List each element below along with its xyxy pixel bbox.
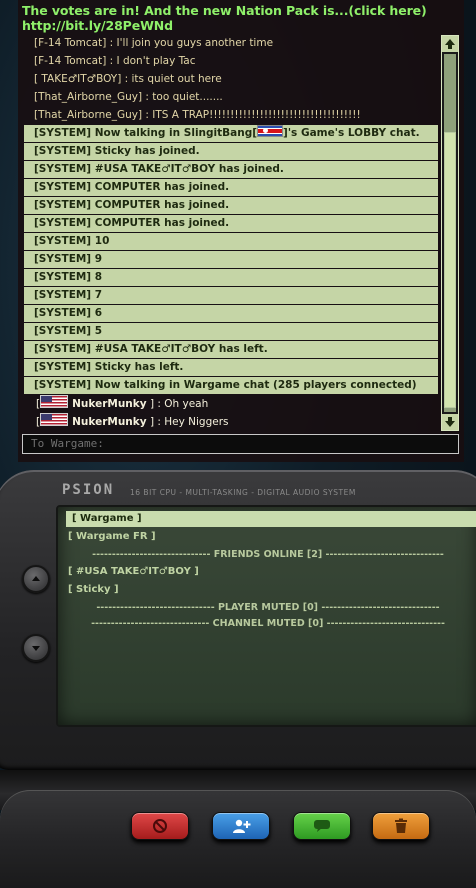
system-message: [SYSTEM] Sticky has joined. [24, 143, 438, 160]
scroll-down-button[interactable] [442, 414, 458, 430]
channel-muted-header: ------------------------------ CHANNEL M… [91, 618, 445, 629]
chevron-up-icon [32, 576, 40, 581]
friend-item[interactable]: [ Sticky ] [68, 582, 119, 598]
chat-message: [F-14 Tomcat] : I'll join you guys anoth… [34, 37, 274, 49]
system-message: [SYSTEM] 7 [24, 287, 438, 304]
message-text: ]'s Game's LOBBY chat. [283, 127, 420, 139]
scroll-up-button[interactable] [442, 36, 458, 52]
system-message: [SYSTEM] #USA TAKE♂IT♂BOY has joined. [24, 161, 438, 178]
system-message: [SYSTEM] Now talking in SlingitBang[ ]'s … [24, 125, 438, 142]
channel-item-wargame-fr[interactable]: [ Wargame FR ] [68, 529, 156, 545]
message-list[interactable]: [F-14 Tomcat] : I'll join you guys anoth… [24, 35, 438, 431]
player-message: [NukerMunky ] : Hey Niggers [24, 413, 438, 430]
system-message: [SYSTEM] COMPUTER has joined. [24, 197, 438, 214]
system-message: [SYSTEM] Sticky has left. [24, 359, 438, 376]
arrow-down-icon [445, 417, 455, 427]
scroll-thumb[interactable] [444, 132, 456, 408]
friends-online-header: ------------------------------ FRIENDS O… [92, 549, 444, 560]
chevron-down-icon [32, 646, 40, 651]
announcement-link[interactable]: http://bit.ly/28PeWNd [22, 18, 462, 33]
device-brand: PSION [62, 482, 115, 498]
channel-scroll-down-button[interactable] [22, 634, 50, 662]
system-message: [SYSTEM] Now talking in Wargame chat (28… [24, 377, 438, 394]
system-message: [SYSTEM] 10 [24, 233, 438, 250]
system-message: [SYSTEM] COMPUTER has joined. [24, 179, 438, 196]
add-friend-icon [233, 819, 251, 833]
chat-message: [ TAKE♂IT♂BOY] : its quiet out here [34, 73, 222, 85]
player-name[interactable]: NukerMunky [72, 398, 147, 410]
chat-message: [That_Airborne_Guy] : too quiet....... [34, 91, 223, 103]
player-message: [NukerMunky ] : Oh yeah [24, 395, 438, 412]
system-message: [SYSTEM] #USA TAKE♂IT♂BOY has left. [24, 341, 438, 358]
channel-screen: [ Wargame ] [ Wargame FR ] -------------… [56, 505, 476, 727]
friend-item[interactable]: [ #USA TAKE♂IT♂BOY ] [68, 564, 199, 580]
message-text: ] : Oh yeah [146, 398, 209, 410]
announcement[interactable]: The votes are in! And the new Nation Pac… [22, 3, 462, 33]
channel-scroll-up-button[interactable] [22, 565, 50, 593]
flag-icon [257, 125, 284, 137]
chat-window: The votes are in! And the new Nation Pac… [18, 0, 464, 462]
message-text: [SYSTEM] Now talking in SlingitBang[ [34, 127, 258, 139]
device-subtitle: 16 BIT CPU - MULTI-TASKING - DIGITAL AUD… [130, 488, 356, 497]
chat-message: [That_Airborne_Guy] : ITS A TRAP!!!!!!!!… [34, 109, 361, 121]
block-button[interactable] [131, 812, 189, 840]
system-message: [SYSTEM] COMPUTER has joined. [24, 215, 438, 232]
system-message: [SYSTEM] 9 [24, 251, 438, 268]
player-muted-header: ------------------------------ PLAYER MU… [96, 602, 440, 613]
us-flag-icon [40, 413, 69, 426]
channel-item-wargame[interactable]: [ Wargame ] [66, 511, 476, 527]
chat-message: [F-14 Tomcat] : I don't play Tac [34, 55, 196, 67]
announcement-text[interactable]: The votes are in! And the new Nation Pac… [22, 3, 462, 18]
us-flag-icon [40, 395, 69, 408]
add-friend-button[interactable] [212, 812, 270, 840]
message-text: ] : Hey Niggers [146, 416, 229, 428]
player-name[interactable]: NukerMunky [72, 416, 147, 428]
chat-scrollbar[interactable] [441, 35, 459, 431]
trash-icon [395, 818, 407, 833]
arrow-up-icon [445, 39, 455, 49]
block-icon [153, 819, 167, 833]
delete-button[interactable] [372, 812, 430, 840]
system-message: [SYSTEM] 8 [24, 269, 438, 286]
chat-icon [314, 820, 330, 832]
system-message: [SYSTEM] 5 [24, 323, 438, 340]
system-message: [SYSTEM] 6 [24, 305, 438, 322]
chat-input[interactable]: To Wargame: [22, 434, 459, 454]
chat-button[interactable] [293, 812, 351, 840]
